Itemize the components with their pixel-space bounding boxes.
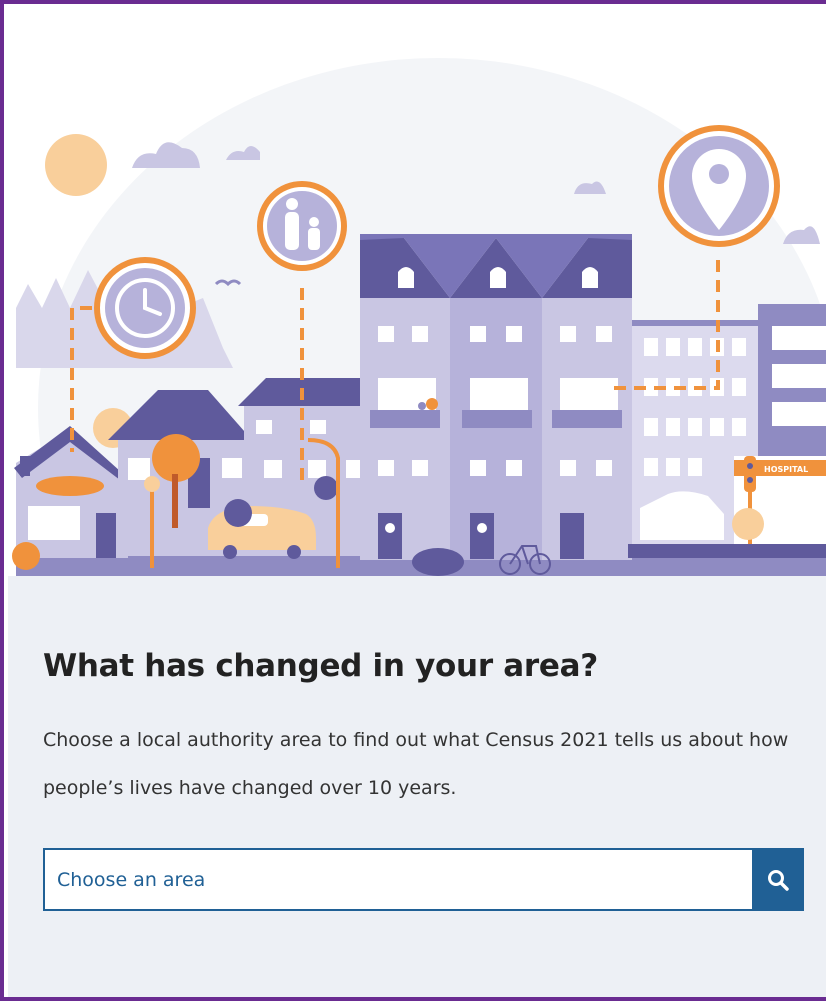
section-description: Choose a local authority area to find ou… (43, 729, 789, 799)
search-icon (768, 869, 789, 891)
townhouses (360, 234, 632, 560)
area-search-input[interactable] (43, 848, 752, 911)
location-pin-icon (658, 125, 780, 247)
people-icon (257, 181, 347, 271)
hospital-sign: HOSPITAL (764, 465, 808, 474)
area-search-form (43, 848, 804, 911)
search-button[interactable] (752, 848, 804, 911)
sun-icon (45, 134, 107, 196)
hero-illustration: HOSPITAL (8, 8, 826, 578)
office-buildings: HOSPITAL (628, 304, 826, 558)
clock-icon (94, 257, 196, 359)
section-title: What has changed in your area? (43, 648, 598, 684)
area-search-panel: What has changed in your area? Choose a … (8, 576, 826, 997)
page-frame: HOSPITAL What has changed in your area? … (0, 0, 826, 1001)
